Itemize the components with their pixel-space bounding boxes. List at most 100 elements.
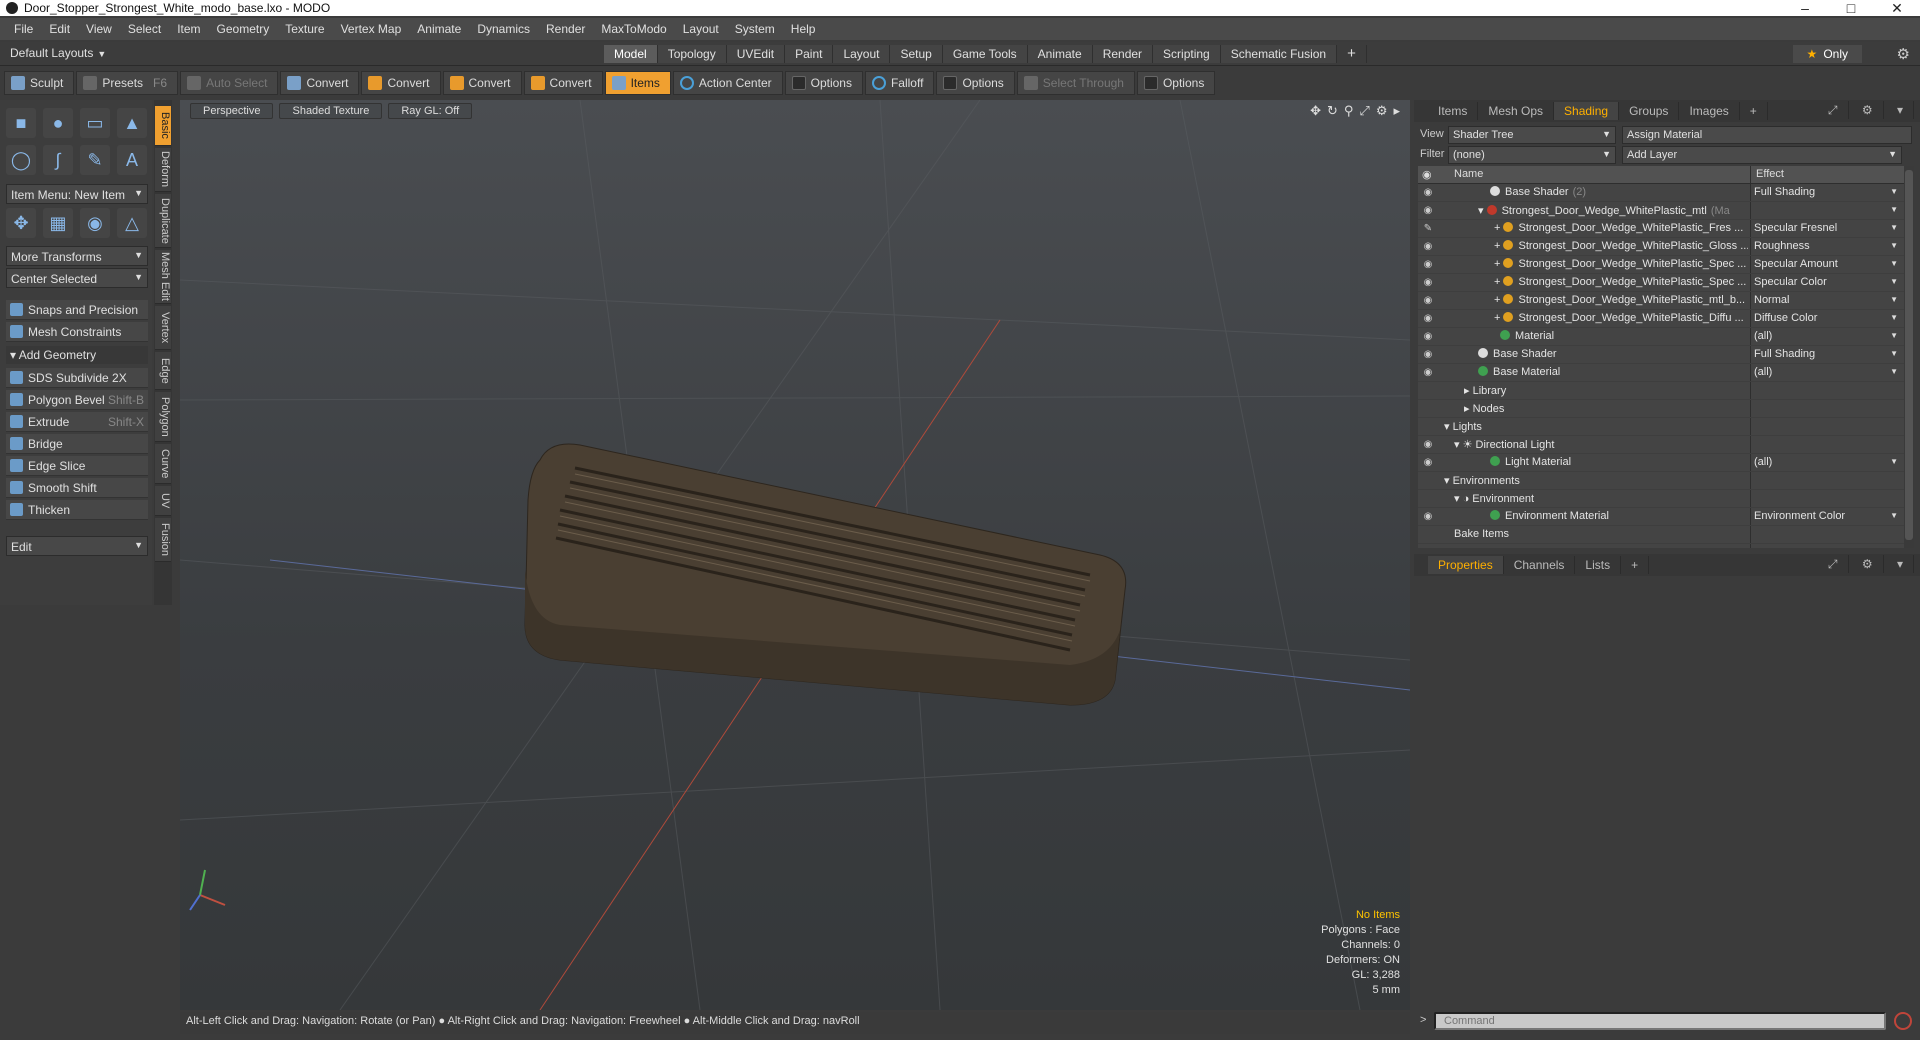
pan-icon[interactable]: ✥ [1310, 103, 1321, 119]
falloff-button[interactable]: Falloff [864, 71, 935, 95]
col-name[interactable]: Name [1454, 168, 1483, 180]
convert-polygons-button[interactable]: Convert [442, 71, 522, 95]
tube-icon[interactable]: ∫ [43, 145, 73, 175]
vtab-edge[interactable]: Edge [155, 352, 171, 390]
edit-dropdown[interactable]: Edit ▼ [6, 536, 148, 556]
cone-icon[interactable]: ▲ [117, 108, 147, 138]
tree-row[interactable]: ◉ + Strongest_Door_Wedge_WhitePlastic_mtl… [1418, 292, 1904, 310]
chevron-down-icon[interactable]: ▼ [1890, 511, 1898, 520]
vtab-curve[interactable]: Curve [155, 444, 171, 484]
torus-icon[interactable]: ◯ [6, 145, 36, 175]
minimize-icon[interactable]: – [1782, 0, 1828, 16]
tab-paint[interactable]: Paint [785, 45, 834, 63]
eye-icon[interactable]: ◉ [1422, 439, 1434, 451]
tree-row[interactable]: ◉ Base Material (all) ▼ [1418, 364, 1904, 382]
record-icon[interactable] [1894, 1012, 1912, 1030]
menu-view[interactable]: View [78, 22, 120, 36]
add-geometry-section[interactable]: ▾ Add Geometry [6, 346, 148, 364]
tab-scripting[interactable]: Scripting [1153, 45, 1221, 63]
select-through-button[interactable]: Select Through [1016, 71, 1135, 95]
extrude-button[interactable]: Extrude Shift-X [6, 412, 148, 432]
tree-row[interactable]: ◉ Base Shader Full Shading ▼ [1418, 346, 1904, 364]
item-menu-dropdown[interactable]: Item Menu: New Item ▼ [6, 184, 148, 204]
tree-row[interactable]: ▾ Lights [1418, 418, 1904, 436]
chevron-down-icon[interactable]: ▼ [1890, 331, 1898, 340]
action-center-options-button[interactable]: Options [784, 71, 863, 95]
eye-icon[interactable]: ◉ [1422, 205, 1434, 217]
eye-icon[interactable]: ◉ [1422, 187, 1434, 199]
chevron-down-icon[interactable]: ▼ [1890, 313, 1898, 322]
expand-icon[interactable]: ▸ [1393, 103, 1400, 119]
maximize-panel-icon[interactable]: ⤢ [1817, 555, 1849, 573]
layout-select[interactable]: Default Layouts ▼ [10, 46, 106, 60]
tree-scrollbar[interactable] [1904, 166, 1914, 548]
action-center-button[interactable]: Action Center [672, 71, 783, 95]
shading-mode-button[interactable]: Shaded Texture [279, 103, 383, 119]
mesh-constraints-button[interactable]: Mesh Constraints [6, 322, 148, 342]
3d-viewport[interactable]: Perspective Shaded Texture Ray GL: Off ✥… [180, 100, 1410, 1010]
tab-setup[interactable]: Setup [890, 45, 943, 63]
menu-edit[interactable]: Edit [41, 22, 78, 36]
smooth-shift-button[interactable]: Smooth Shift [6, 478, 148, 498]
tree-row[interactable]: ◉ ▾ Strongest_Door_Wedge_WhitePlastic_mtl… [1418, 202, 1904, 220]
presets-button[interactable]: Presets F6 [76, 71, 179, 95]
tab-model[interactable]: Model [604, 45, 658, 63]
vtab-fusion[interactable]: Fusion [155, 518, 171, 562]
auto-select-button[interactable]: Auto Select [180, 71, 279, 95]
sds-subdivide-button[interactable]: SDS Subdivide 2X [6, 368, 148, 388]
vtab-mesh-edit[interactable]: Mesh Edit [155, 250, 171, 304]
polygon-bevel-button[interactable]: Polygon Bevel Shift-B [6, 390, 148, 410]
add-tab-icon[interactable]: + [1740, 102, 1768, 120]
globe-icon[interactable]: ◉ [80, 208, 110, 238]
sphere-icon[interactable]: ● [43, 108, 73, 138]
eye-icon[interactable]: ◉ [1422, 259, 1434, 271]
eye-icon[interactable]: ◉ [1422, 295, 1434, 307]
eye-icon[interactable]: ◉ [1422, 241, 1434, 253]
tab-animate[interactable]: Animate [1027, 45, 1093, 63]
bridge-button[interactable]: Bridge [6, 434, 148, 454]
tab-mesh-ops[interactable]: Mesh Ops [1478, 102, 1555, 120]
col-effect[interactable]: Effect [1756, 168, 1784, 180]
panel-gear-icon[interactable]: ⚙ [1851, 555, 1884, 573]
vtab-polygon[interactable]: Polygon [155, 392, 171, 442]
door-stopper-model[interactable] [524, 443, 1127, 706]
tree-row[interactable]: ▾ ◑ Environment [1418, 490, 1904, 508]
vtab-deform[interactable]: Deform [155, 148, 171, 192]
tree-row[interactable]: ◉ Environment Material Environment Color ▼ [1418, 508, 1904, 526]
items-mode-button[interactable]: Items [604, 71, 671, 95]
grid-icon[interactable]: ▦ [43, 208, 73, 238]
vtab-basic[interactable]: Basic [155, 106, 171, 146]
chevron-down-icon[interactable]: ▼ [1890, 259, 1898, 268]
chevron-down-icon[interactable]: ▼ [1890, 457, 1898, 466]
cube-icon[interactable]: ■ [6, 108, 36, 138]
menu-layout[interactable]: Layout [675, 22, 727, 36]
add-layer-select[interactable]: Add Layer ▼ [1622, 146, 1902, 164]
convert-edges-button[interactable]: Convert [361, 71, 441, 95]
text-icon[interactable]: A [117, 145, 147, 175]
tree-row[interactable]: ▸ Nodes [1418, 400, 1904, 418]
tree-row[interactable]: ▸ Library [1418, 382, 1904, 400]
menu-maxtomodo[interactable]: MaxToModo [593, 22, 674, 36]
tree-row[interactable]: ◉ ▾ ☀ Directional Light [1418, 436, 1904, 454]
tab-groups[interactable]: Groups [1619, 102, 1680, 120]
view-select[interactable]: Shader Tree ▼ [1448, 126, 1616, 144]
brush-icon[interactable]: ✎ [1422, 223, 1434, 235]
tab-uvedit[interactable]: UVEdit [726, 45, 786, 63]
tab-layout[interactable]: Layout [833, 45, 891, 63]
convert-materials-button[interactable]: Convert [523, 71, 603, 95]
tab-lists[interactable]: Lists [1575, 556, 1622, 574]
cylinder-icon[interactable]: ▭ [80, 108, 110, 138]
menu-select[interactable]: Select [120, 22, 169, 36]
panel-menu-icon[interactable]: ▾ [1886, 555, 1914, 573]
chevron-down-icon[interactable]: ▼ [1890, 223, 1898, 232]
maximize-icon[interactable]: □ [1828, 0, 1874, 16]
chevron-down-icon[interactable]: ▼ [1890, 367, 1898, 376]
menu-animate[interactable]: Animate [409, 22, 469, 36]
add-tab-icon[interactable]: + [1337, 45, 1367, 63]
tab-images[interactable]: Images [1679, 102, 1740, 120]
snaps-precision-button[interactable]: Snaps and Precision [6, 300, 148, 320]
raygl-button[interactable]: Ray GL: Off [388, 103, 473, 119]
tree-row[interactable]: ◉ Material (all) ▼ [1418, 328, 1904, 346]
tab-topology[interactable]: Topology [657, 45, 727, 63]
gear-icon[interactable]: ⚙ [1897, 45, 1910, 63]
